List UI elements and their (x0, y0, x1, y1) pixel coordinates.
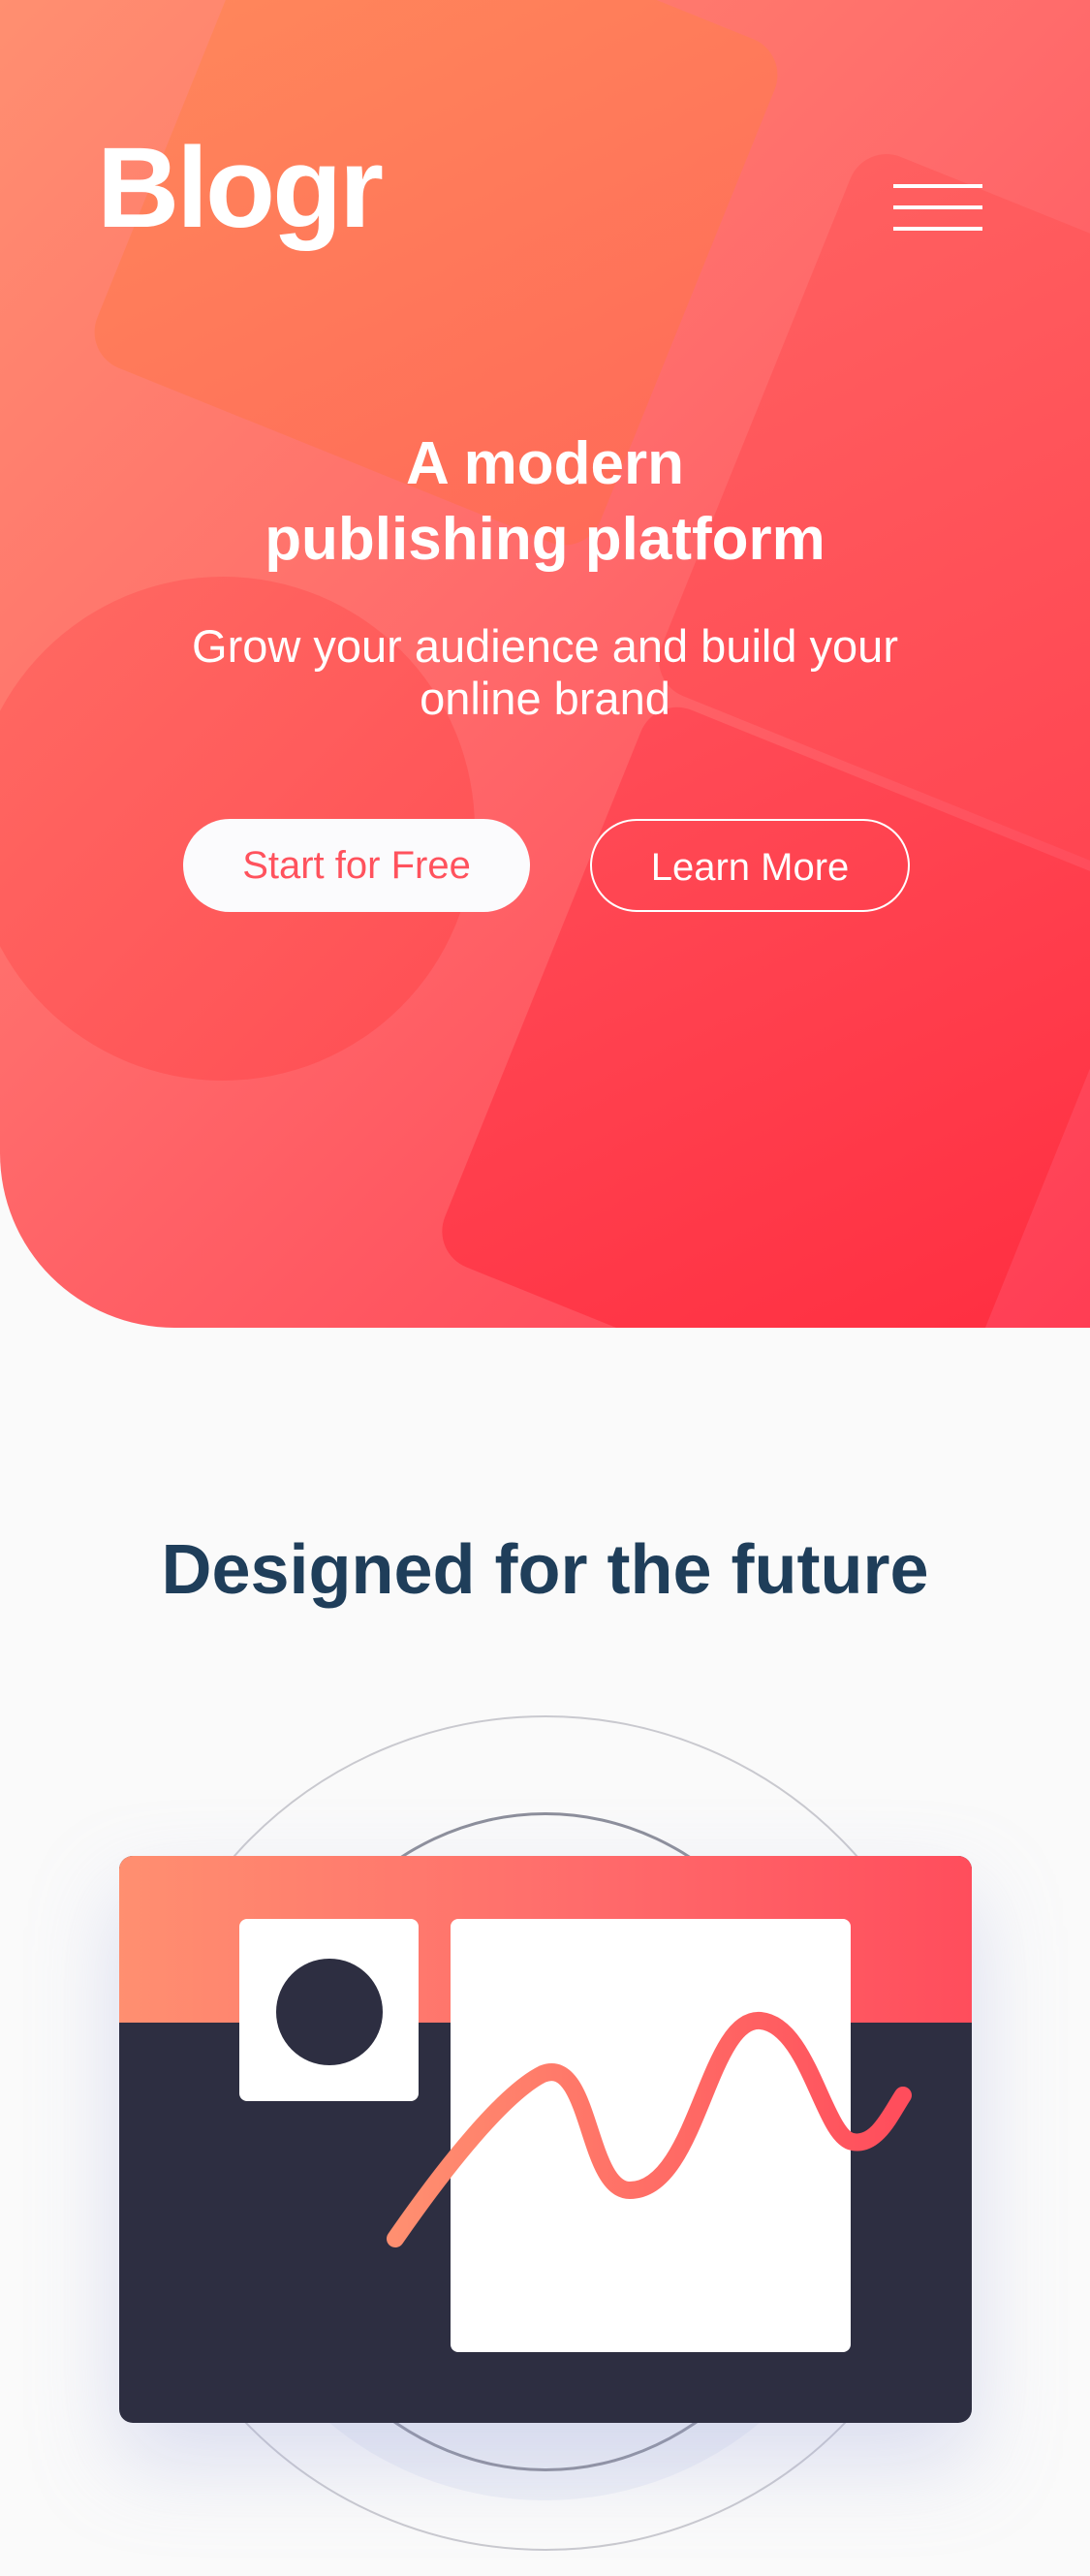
logo[interactable]: Blogr (97, 131, 384, 245)
menu-line (893, 205, 982, 209)
hero-subtitle: Grow your audience and build your online… (0, 620, 1090, 725)
hero-subtitle-line: Grow your audience and build your (192, 620, 898, 672)
section-title: Designed for the future (161, 1531, 929, 1609)
learn-more-button[interactable]: Learn More (590, 819, 910, 912)
hero-title: A modern publishing platform (0, 426, 1090, 578)
hero-title-line: A modern (405, 430, 685, 497)
hero-section: Blogr A modern publishing platform Grow … (0, 0, 1090, 1328)
menu-line (893, 184, 982, 188)
hero-title-line: publishing platform (265, 506, 825, 573)
editor-window-illustration (0, 1706, 1090, 2576)
hero-subtitle-line: online brand (420, 673, 670, 724)
wave-line-icon (387, 2012, 912, 2247)
menu-line (893, 227, 982, 231)
page: Blogr A modern publishing platform Grow … (0, 0, 1090, 2576)
start-for-free-button[interactable]: Start for Free (183, 819, 530, 912)
hamburger-menu-icon[interactable] (889, 180, 986, 238)
